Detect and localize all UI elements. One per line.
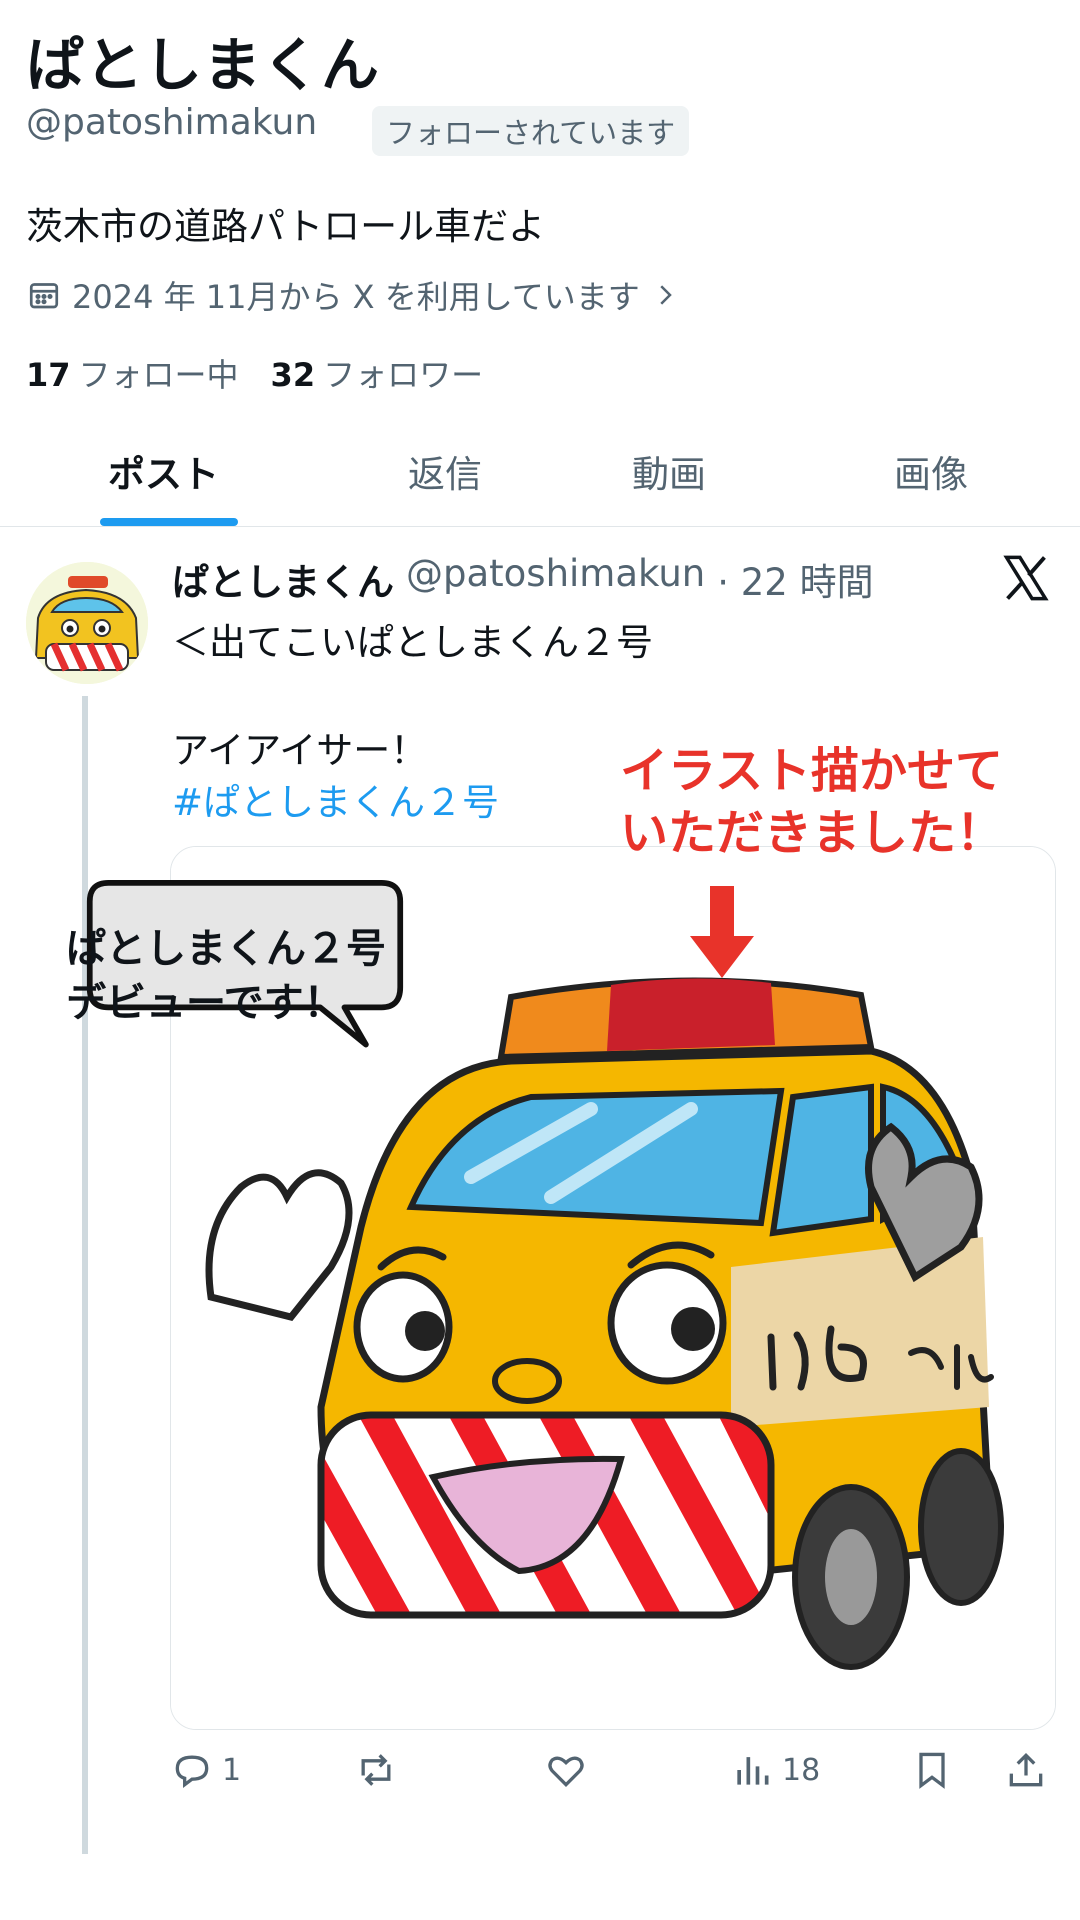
post-action-bar: 1 18 [170, 1748, 1054, 1812]
annotation-line1: イラスト描かせて [620, 743, 1004, 799]
following-link[interactable]: 17 フォロー中 [26, 350, 239, 396]
avatar[interactable] [26, 562, 148, 684]
profile-tabs: ポスト 返信 動画 画像 [0, 430, 1080, 527]
profile-handle: @patoshimakun [26, 102, 318, 143]
views-icon [737, 1757, 769, 1785]
bubble-line1: ぱとしまくん２号 [66, 926, 386, 972]
share-button[interactable] [1004, 1748, 1048, 1792]
repost-icon [361, 1754, 391, 1786]
bookmark-icon [919, 1752, 945, 1789]
post-author-handle[interactable]: @patoshimakun [406, 552, 705, 606]
post-hashtag[interactable]: #ぱとしまくん２号 [172, 772, 499, 826]
x-logo-icon[interactable] [1000, 552, 1052, 604]
post-header: ぱとしまくん @patoshimakun · 22 時間 [172, 552, 874, 606]
post-text-line1: ＜出てこいぱとしまくん２号 [172, 621, 653, 664]
following-count: 17 [26, 356, 71, 394]
reply-count: 1 [222, 1752, 242, 1788]
illustration-credit-annotation: イラスト描かせて いただきました！ [620, 740, 1004, 865]
followers-label: フォロワー [323, 356, 484, 394]
like-button[interactable] [544, 1748, 588, 1792]
joined-text: 2024 年 11月から X を利用しています [72, 278, 640, 316]
active-tab-indicator [100, 518, 238, 526]
reply-icon [175, 1755, 209, 1788]
post-author-name[interactable]: ぱとしまくん [172, 552, 394, 606]
speech-bubble-text: ぱとしまくん２号 デビューです！ [66, 922, 386, 1030]
profile-display-name: ぱとしまくん [26, 31, 381, 99]
thread-line [82, 696, 88, 1854]
joined-date[interactable]: 2024 年 11月から X を利用しています [26, 272, 680, 318]
calendar-icon [29, 283, 59, 309]
followers-count: 32 [270, 356, 316, 394]
following-label: フォロー中 [78, 356, 239, 394]
bookmark-button[interactable] [910, 1748, 954, 1792]
tab-replies[interactable]: 返信 [408, 444, 482, 498]
bubble-line2: デビューです！ [66, 980, 344, 1026]
tab-videos[interactable]: 動画 [632, 444, 706, 498]
reply-button[interactable]: 1 [170, 1748, 241, 1792]
like-icon [548, 1756, 584, 1788]
arrow-down-icon [690, 886, 754, 978]
chevron-right-icon [660, 285, 672, 305]
profile-bio: 茨木市の道路パトロール車だよ [26, 205, 546, 248]
repost-button[interactable] [354, 1748, 398, 1792]
tab-images[interactable]: 画像 [894, 444, 968, 498]
followers-link[interactable]: 32 フォロワー [271, 350, 484, 396]
share-icon [1009, 1752, 1043, 1787]
post-text-line2: アイアイサー！ [172, 729, 428, 772]
views-count: 18 [782, 1752, 821, 1788]
views-button[interactable]: 18 [730, 1748, 820, 1792]
follows-you-badge: フォローされています [372, 106, 690, 156]
post-timestamp[interactable]: · 22 時間 [717, 552, 873, 606]
annotation-line2: いただきました！ [620, 805, 1005, 862]
follow-stats: 17 フォロー中 32 フォロワー [26, 350, 483, 396]
tab-posts[interactable]: ポスト [108, 444, 219, 498]
